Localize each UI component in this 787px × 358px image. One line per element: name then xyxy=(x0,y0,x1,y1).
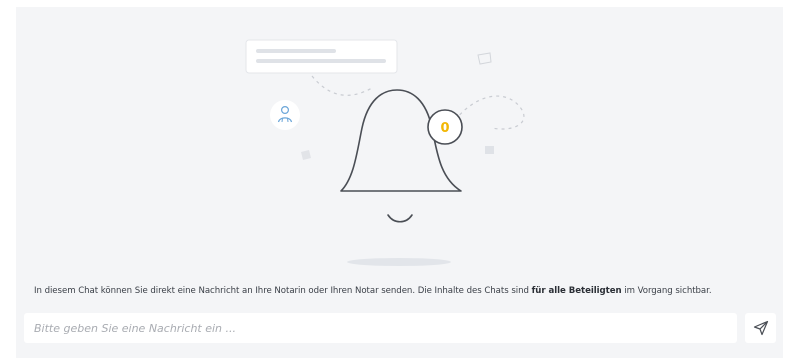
person-icon xyxy=(270,100,300,130)
info-text-part-end: im Vorgang sichtbar. xyxy=(621,286,712,296)
send-icon xyxy=(753,320,768,336)
decor-square-right xyxy=(485,146,494,154)
message-input-container xyxy=(24,313,737,343)
dashed-path-right xyxy=(454,95,525,130)
decor-shape-left xyxy=(301,150,311,160)
send-button[interactable] xyxy=(745,313,776,343)
notification-count: 0 xyxy=(440,121,449,136)
empty-chat-illustration: 0 xyxy=(245,39,525,266)
chat-info-text: In diesem Chat können Sie direkt eine Na… xyxy=(34,286,774,296)
message-card-illustration xyxy=(245,39,398,74)
bell-shadow xyxy=(347,258,451,266)
message-input[interactable] xyxy=(24,313,737,343)
decor-shape-top xyxy=(477,52,492,65)
info-text-emphasis: für alle Beteiligten xyxy=(531,286,622,296)
dashed-path-left xyxy=(311,75,373,96)
info-text-part: In diesem Chat können Sie direkt eine Na… xyxy=(34,286,532,296)
